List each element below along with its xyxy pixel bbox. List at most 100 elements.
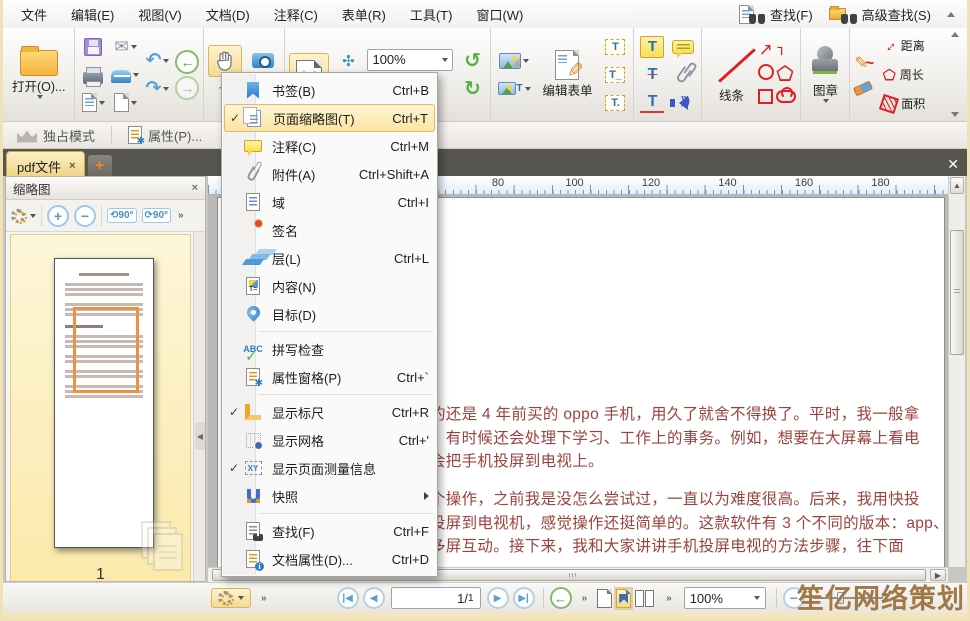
previous-view-button[interactable]: ← (550, 587, 572, 609)
pencil-tool-button[interactable]: ✎ (854, 53, 874, 73)
menu-window[interactable]: 窗口(W) (464, 1, 535, 28)
menu-document[interactable]: 文档(D) (194, 1, 262, 28)
expand-toolbar-icon[interactable] (951, 112, 959, 117)
strikeout-text-button[interactable]: T (638, 62, 666, 88)
menu-item[interactable]: 属性窗格(P) Ctrl+` (224, 363, 435, 391)
vertical-scrollbar[interactable]: ▲ (948, 176, 965, 567)
expand-icon[interactable]: » (666, 593, 670, 604)
rotate-cw-90-button[interactable]: ⟳90° (142, 208, 172, 223)
perimeter-tool-button[interactable]: 周长 (878, 62, 928, 88)
polygon-tool-button[interactable] (776, 65, 796, 84)
go-back-button[interactable]: ← (175, 50, 199, 74)
thumbnails-options-button[interactable] (11, 209, 36, 223)
vertical-scroll-thumb[interactable] (950, 230, 964, 355)
dropdown-field-button[interactable]: T. (601, 90, 629, 116)
circle-tool-button[interactable] (758, 64, 774, 83)
collapse-toolbar-icon[interactable] (951, 32, 959, 37)
save-button[interactable] (79, 34, 107, 60)
menu-item[interactable]: ABC 拼写检查 (224, 335, 435, 363)
sound-button[interactable] (669, 90, 697, 116)
email-button[interactable]: ✉ (111, 34, 139, 60)
redo-button[interactable]: ↷ (143, 76, 171, 102)
next-page-button[interactable]: ▶ (487, 587, 509, 609)
distance-tool-button[interactable]: ↔ 距离 (878, 33, 928, 59)
menu-edit[interactable]: 编辑(E) (59, 1, 126, 28)
underline-text-button[interactable]: T (638, 90, 666, 116)
visible-area-indicator[interactable] (73, 307, 139, 393)
scroll-up-button[interactable]: ▲ (950, 177, 964, 194)
find-button[interactable]: 查找(F) (733, 2, 819, 26)
menu-item[interactable]: 快照 (224, 482, 435, 510)
close-tab-icon[interactable]: × (69, 160, 75, 172)
undo-button[interactable]: ↶ (143, 48, 171, 74)
menu-item[interactable]: 内容(N) (224, 272, 435, 300)
menu-item[interactable]: 书签(B) Ctrl+B (224, 76, 435, 104)
page-number-field[interactable]: 1/1 (391, 587, 481, 609)
export-button[interactable] (79, 90, 107, 116)
shrink-thumbnails-button[interactable]: − (74, 205, 96, 227)
menu-item[interactable]: ✓ XY 显示页面测量信息 (224, 454, 435, 482)
menu-item[interactable]: 域 Ctrl+I (224, 188, 435, 216)
single-page-layout-button[interactable] (597, 589, 612, 608)
sticky-note-button[interactable] (669, 34, 697, 60)
exclusive-mode-button[interactable]: 独占模式 (9, 124, 103, 147)
menu-file[interactable]: 文件 (9, 1, 59, 28)
menu-item[interactable]: 目标(D) (224, 300, 435, 328)
more-tools-icon[interactable]: » (178, 210, 182, 221)
highlight-text-button[interactable]: T (638, 34, 666, 60)
close-panel-icon[interactable]: × (192, 182, 198, 194)
text-box-field-button[interactable]: T_ (601, 62, 629, 88)
two-page-layout-button[interactable] (635, 590, 654, 607)
square-tool-button[interactable] (758, 89, 774, 107)
scan-button[interactable] (111, 62, 139, 88)
menu-item[interactable]: 签名 (224, 216, 435, 244)
zoom-combo[interactable]: 100% (367, 49, 453, 71)
print-button[interactable] (79, 62, 107, 88)
close-document-icon[interactable]: ✕ (947, 156, 959, 173)
attach-file-button[interactable] (669, 62, 697, 88)
enlarge-thumbnails-button[interactable]: + (47, 205, 69, 227)
menu-item[interactable]: 查找(F) Ctrl+F (224, 517, 435, 545)
cloud-tool-button[interactable] (776, 90, 796, 106)
stamp-button[interactable]: 图章 (805, 44, 845, 105)
collapse-menubar-icon[interactable] (947, 12, 955, 17)
text-field-button[interactable]: T (601, 34, 629, 60)
go-forward-button[interactable]: → (175, 76, 199, 100)
edit-form-button[interactable]: ✎ 编辑表单 (537, 48, 597, 101)
line-tool-button[interactable]: 线条 (706, 43, 756, 106)
statusbar-zoom-combo[interactable]: 100% (684, 587, 766, 609)
expand-icon[interactable]: » (261, 593, 265, 604)
collapse-panel-handle[interactable]: ◀ (195, 422, 205, 450)
edit-image-button[interactable]: ✎ (495, 48, 533, 74)
expand-icon[interactable]: » (582, 593, 586, 604)
menu-item[interactable]: 文档属性(D)... Ctrl+D (224, 545, 435, 573)
add-image-text-button[interactable]: T (495, 76, 533, 102)
new-tab-button[interactable]: + (88, 155, 112, 176)
fit-width-layout-button[interactable] (616, 589, 631, 608)
fit-page-button[interactable]: ✣ (334, 48, 362, 74)
new-document-button[interactable] (111, 90, 139, 116)
menu-item[interactable]: 附件(A) Ctrl+Shift+A (224, 160, 435, 188)
menu-view[interactable]: 视图(V) (126, 1, 193, 28)
polyline-tool-button[interactable]: ⌐ (776, 43, 796, 59)
rotate-cw-button[interactable]: ↻ (458, 76, 486, 102)
statusbar-options-button[interactable] (211, 588, 251, 608)
last-page-button[interactable]: ▶| (513, 587, 535, 609)
menu-tools[interactable]: 工具(T) (398, 1, 465, 28)
rotate-ccw-90-button[interactable]: ⟲90° (107, 208, 137, 223)
first-page-button[interactable]: |◀ (337, 587, 359, 609)
rotate-ccw-button[interactable]: ↺ (458, 48, 486, 74)
previous-page-button[interactable]: ◀ (363, 587, 385, 609)
open-button[interactable]: 打开(O)... (7, 48, 70, 101)
document-tab[interactable]: pdf文件 × (6, 151, 85, 176)
advanced-find-button[interactable]: 高级查找(S) (823, 2, 937, 26)
area-tool-button[interactable]: 面积 (878, 91, 928, 117)
menu-item[interactable]: 注释(C) Ctrl+M (224, 132, 435, 160)
menu-item[interactable]: 显示网格 Ctrl+' (224, 426, 435, 454)
eraser-tool-button[interactable] (854, 81, 874, 96)
menu-forms[interactable]: 表单(R) (330, 1, 398, 28)
thumbnails-scrollbar[interactable] (193, 232, 205, 581)
menu-item[interactable]: ✓ 显示标尺 Ctrl+R (224, 398, 435, 426)
properties-button[interactable]: 属性(P)... (120, 124, 210, 147)
menu-comments[interactable]: 注释(C) (262, 1, 330, 28)
